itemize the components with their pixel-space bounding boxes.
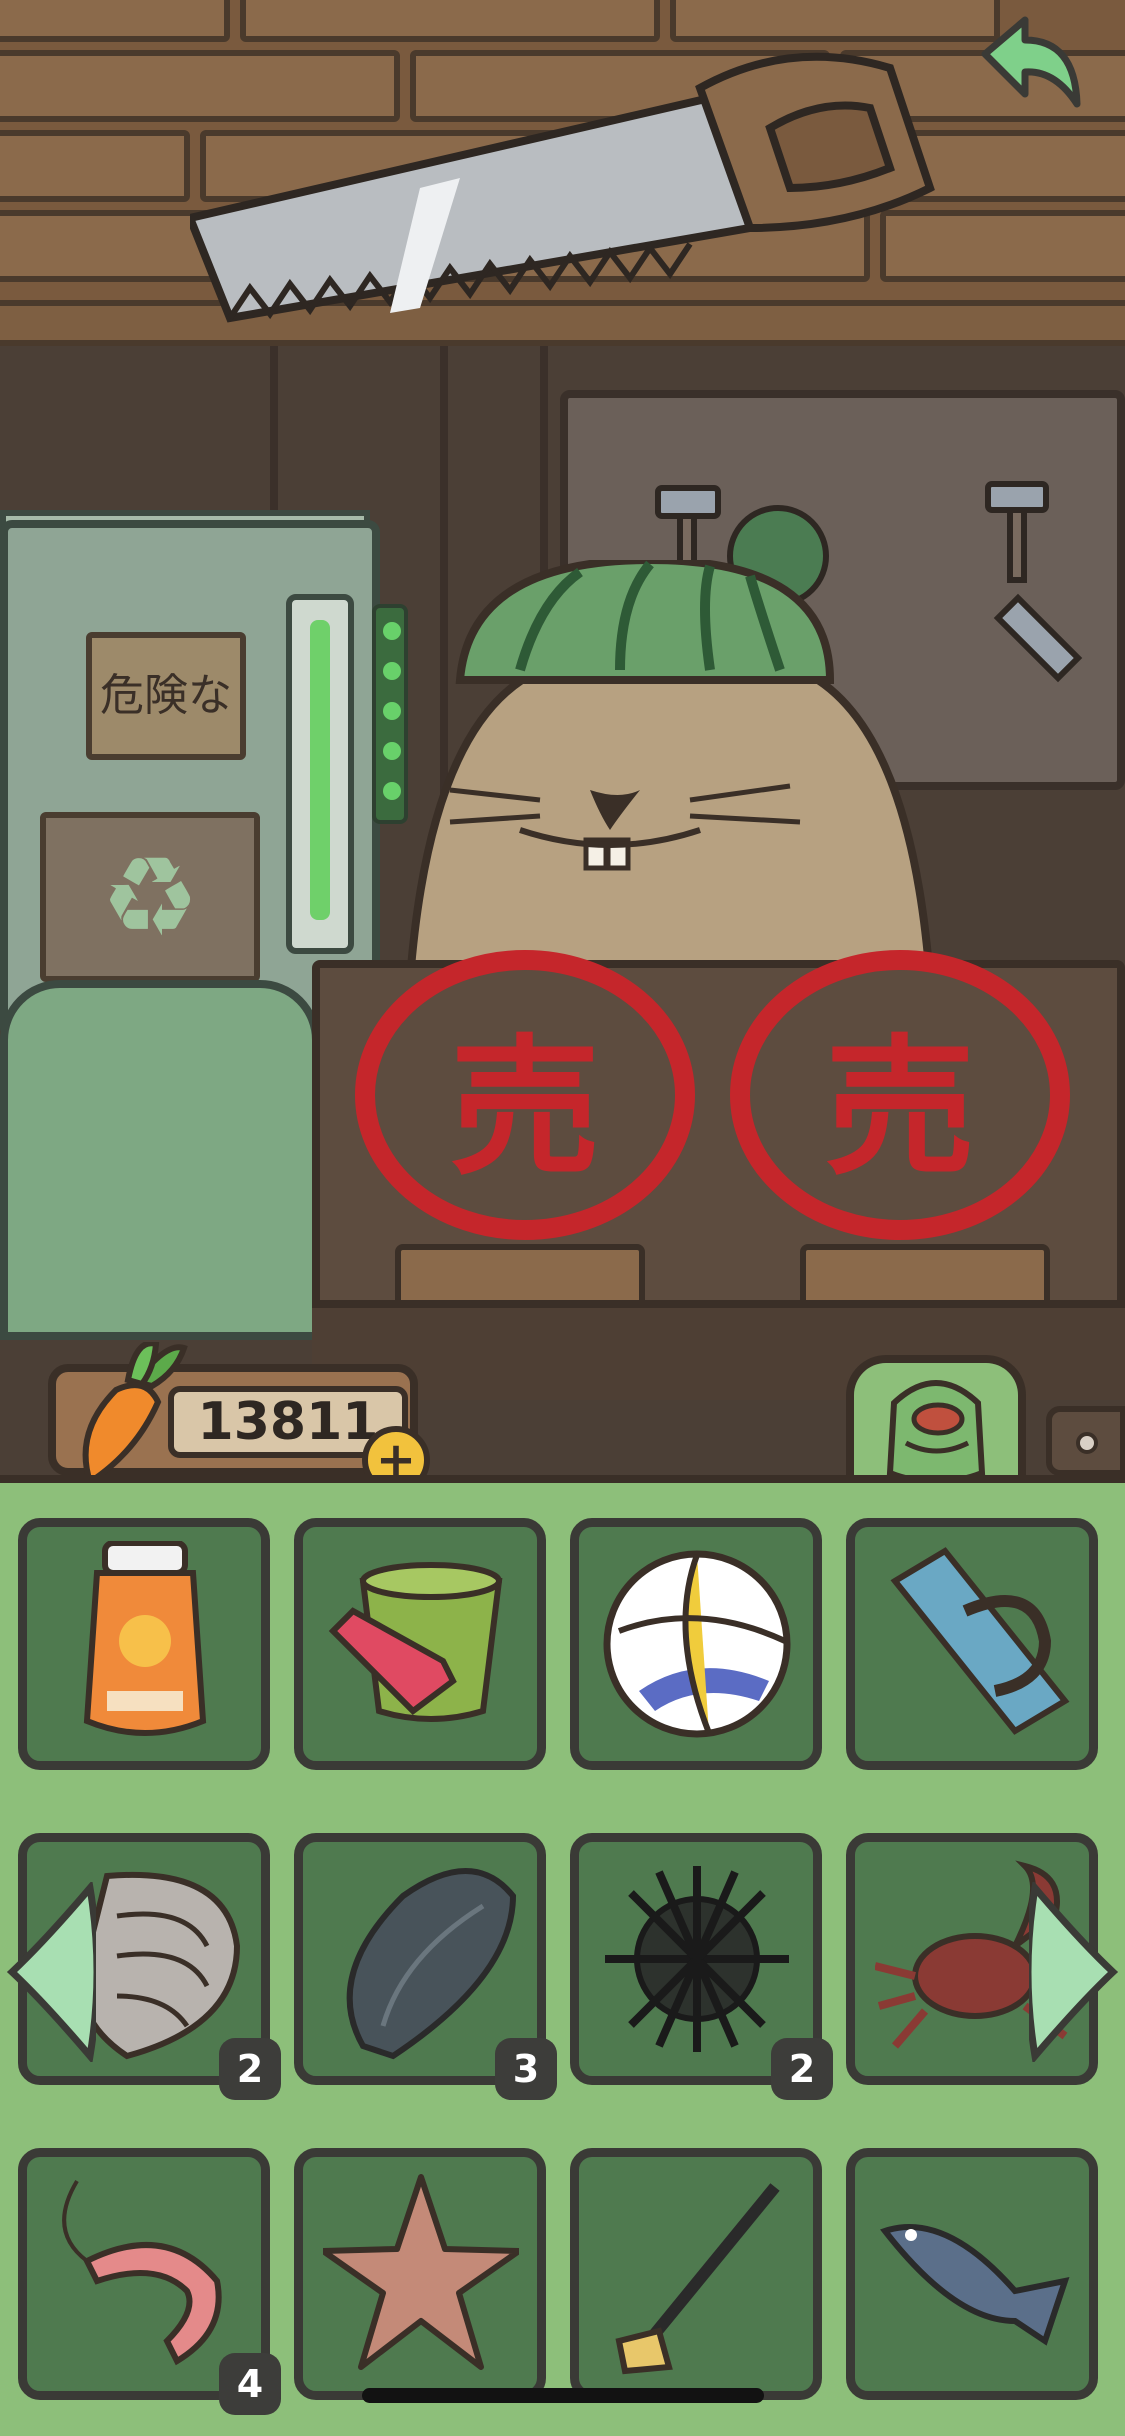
sold-out-stamp: 売 xyxy=(725,950,1075,1240)
volleyball-icon xyxy=(603,1550,791,1738)
danger-sign: 危険な xyxy=(86,632,246,760)
sea-urchin-icon xyxy=(605,1866,789,2052)
sold-out-stamp: 売 xyxy=(350,950,700,1240)
side-knob xyxy=(1046,1406,1125,1476)
recycle-icon: ♻ xyxy=(40,812,260,982)
marmot-shopkeeper xyxy=(405,560,935,980)
item-count-badge: 4 xyxy=(219,2353,281,2415)
inventory-slot-volleyball[interactable] xyxy=(570,1518,822,1770)
inventory-slot-sunscreen[interactable] xyxy=(18,1518,270,1770)
mussel-icon xyxy=(346,1868,517,2060)
inventory-slot-mussel[interactable]: 3 xyxy=(294,1833,557,2100)
beach-mat-icon xyxy=(890,1547,1070,1735)
next-page-arrow[interactable] xyxy=(1029,1882,1121,2062)
item-count-badge: 2 xyxy=(219,2038,281,2100)
machine-door xyxy=(0,980,320,1340)
item-stand xyxy=(395,1244,645,1308)
inventory-slot-shrimp[interactable]: 4 xyxy=(18,2148,281,2415)
fish-icon xyxy=(880,2224,1070,2346)
inventory-slot-sand-bucket[interactable] xyxy=(294,1518,546,1770)
shrimp-icon xyxy=(62,2179,222,2366)
inventory-slot-sea-urchin[interactable]: 2 xyxy=(570,1833,833,2100)
starfish-icon xyxy=(323,2174,519,2370)
item-count-badge: 2 xyxy=(771,2038,833,2100)
backpack-tab[interactable] xyxy=(846,1355,1026,1495)
back-arrow-button[interactable] xyxy=(965,14,1085,124)
sunscreen-icon xyxy=(83,1541,207,1736)
home-indicator xyxy=(362,2388,764,2403)
inventory-slot-fish[interactable] xyxy=(846,2148,1098,2400)
inventory-slot-beach-mat[interactable] xyxy=(846,1518,1098,1770)
garden-hoe-icon xyxy=(615,2183,780,2375)
saw-icon xyxy=(190,52,935,323)
inventory-slot-garden-hoe[interactable] xyxy=(570,2148,822,2400)
inventory-slot-starfish[interactable] xyxy=(294,2148,546,2400)
inventory-panel: 2 3 2 4 xyxy=(0,1475,1125,2436)
machine-gauge xyxy=(286,594,354,954)
sand-bucket-icon xyxy=(328,1562,503,1722)
shop-scene: 危険な ♻ 売 売 xyxy=(0,0,1125,1480)
item-stand xyxy=(800,1244,1050,1308)
item-count-badge: 3 xyxy=(495,2038,557,2100)
previous-page-arrow[interactable] xyxy=(4,1882,96,2062)
